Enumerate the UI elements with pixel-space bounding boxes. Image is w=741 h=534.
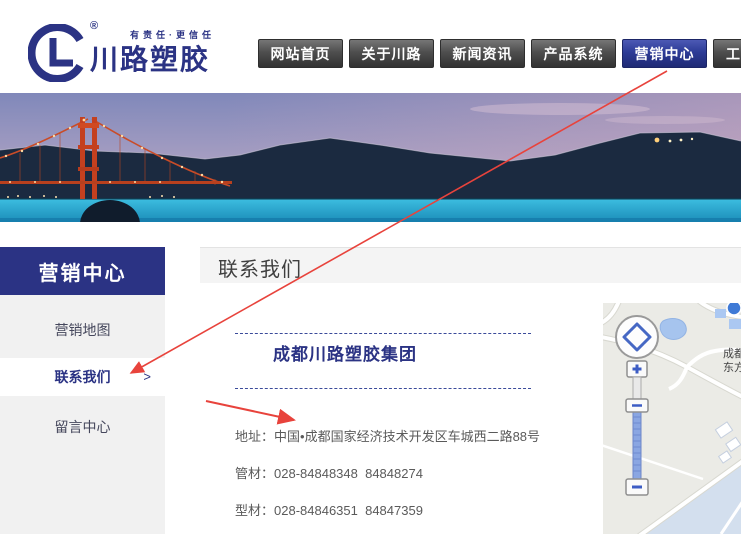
contact-value: 028-84848348 84848274 bbox=[274, 466, 423, 481]
sidebar-item-marketing-map[interactable]: 营销地图 bbox=[0, 310, 165, 350]
sidebar-menu: 营销地图 联系我们 > 留言中心 bbox=[0, 295, 165, 534]
site-header: ® 有责任·更信任 川路塑胶 网站首页 关于川路 新闻资讯 产品系统 营销中心 … bbox=[0, 0, 741, 93]
page: ® 有责任·更信任 川路塑胶 网站首页 关于川路 新闻资讯 产品系统 营销中心 … bbox=[0, 0, 741, 534]
page-title-bar: 联系我们 bbox=[200, 247, 741, 283]
registered-mark: ® bbox=[90, 20, 98, 32]
contact-content: 成都川路塑胶集团 地址：中国•成都国家经济技术开发区车城西二路88号 管材：02… bbox=[200, 283, 600, 534]
zoom-track-upper bbox=[633, 377, 641, 400]
sidebar-item-label: 联系我们 bbox=[55, 369, 111, 385]
nav-item-home[interactable]: 网站首页 bbox=[258, 39, 343, 68]
contact-label: 地址： bbox=[235, 429, 274, 444]
map-label-2: 东方 bbox=[723, 360, 741, 374]
hero-banner-image bbox=[0, 93, 741, 222]
contact-value: 中国•成都国家经济技术开发区车城西二路88号 bbox=[274, 429, 540, 444]
contact-value: 028-84846351 84847359 bbox=[274, 503, 423, 518]
nav-item-projects-partial[interactable]: 工 bbox=[713, 39, 741, 68]
nav-item-about[interactable]: 关于川路 bbox=[349, 39, 434, 68]
chevron-right-icon: > bbox=[143, 358, 151, 396]
main-nav: 网站首页 关于川路 新闻资讯 产品系统 营销中心 工 bbox=[258, 39, 741, 68]
sidebar: 营销中心 营销地图 联系我们 > 留言中心 bbox=[0, 247, 165, 534]
map-pond bbox=[660, 319, 686, 340]
zoom-track-lower bbox=[633, 412, 641, 479]
cl-logo-icon bbox=[28, 24, 86, 82]
nav-item-news[interactable]: 新闻资讯 bbox=[440, 39, 525, 68]
sidebar-title: 营销中心 bbox=[0, 247, 165, 295]
logo-link[interactable]: ® 有责任·更信任 川路塑胶 bbox=[28, 20, 258, 82]
contact-label: 型材： bbox=[235, 503, 274, 518]
company-name: 成都川路塑胶集团 bbox=[273, 340, 417, 365]
location-map[interactable]: 成都 东方 bbox=[603, 303, 741, 534]
page-title: 联系我们 bbox=[218, 253, 302, 282]
contact-pipes-row: 管材：028-84848348 84848274 bbox=[235, 463, 423, 482]
contact-address-row: 地址：中国•成都国家经济技术开发区车城西二路88号 bbox=[235, 426, 540, 445]
contact-label: 管材： bbox=[235, 466, 274, 481]
map-poi-marker bbox=[727, 303, 741, 315]
dashed-divider-bottom bbox=[235, 388, 531, 389]
map-label-1: 成都 bbox=[723, 347, 741, 360]
brand-name: 川路塑胶 bbox=[90, 38, 210, 78]
contact-profiles-row: 型材：028-84846351 84847359 bbox=[235, 500, 423, 519]
nav-item-marketing[interactable]: 营销中心 bbox=[622, 39, 707, 68]
sidebar-item-message-center[interactable]: 留言中心 bbox=[0, 407, 165, 447]
nav-item-products[interactable]: 产品系统 bbox=[531, 39, 616, 68]
dashed-divider-top bbox=[235, 333, 531, 334]
sidebar-item-contact-us[interactable]: 联系我们 > bbox=[0, 358, 165, 396]
map-pan-control[interactable] bbox=[616, 316, 658, 358]
